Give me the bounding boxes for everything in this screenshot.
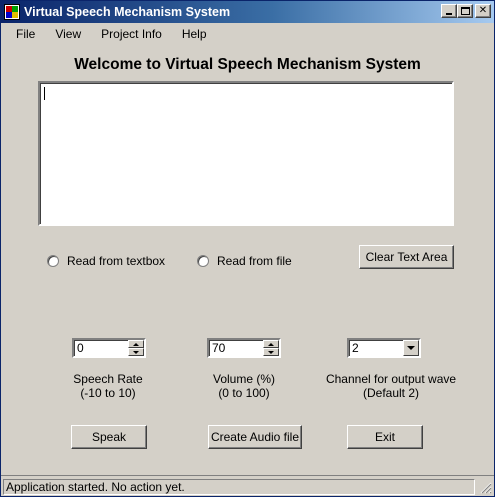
menu-file[interactable]: File: [9, 25, 42, 43]
dropdown-arrow-icon: [407, 346, 415, 350]
speech-rate-caption: Speech Rate (-10 to 10): [48, 372, 168, 400]
status-text: Application started. No action yet.: [3, 479, 475, 495]
channel-caption: Channel for output wave (Default 2): [316, 372, 466, 400]
menu-view[interactable]: View: [48, 25, 88, 43]
menu-help[interactable]: Help: [175, 25, 214, 43]
channel-select[interactable]: 2: [347, 338, 421, 358]
spin-up-icon: [133, 342, 139, 346]
app-icon[interactable]: [4, 4, 20, 20]
size-grip-icon[interactable]: [480, 482, 492, 494]
window-title: Virtual Speech Mechanism System: [24, 5, 231, 19]
text-caret: [44, 87, 45, 100]
radio-read-from-textbox[interactable]: Read from textbox: [47, 254, 165, 268]
radio-read-from-file[interactable]: Read from file: [197, 254, 292, 268]
volume-up-button[interactable]: [263, 340, 279, 348]
title-bar[interactable]: Virtual Speech Mechanism System ✕: [1, 1, 494, 23]
exit-button[interactable]: Exit: [347, 425, 423, 449]
channel-range: (Default 2): [362, 386, 420, 400]
spin-down-icon: [268, 350, 274, 354]
speech-rate-down-button[interactable]: [128, 348, 144, 356]
menu-bar: File View Project Info Help: [1, 24, 494, 44]
radio-label-textbox: Read from textbox: [67, 254, 166, 268]
volume-value: 70: [212, 341, 226, 355]
maximize-icon: [460, 7, 470, 15]
speech-rate-range: (-10 to 10): [80, 386, 136, 400]
create-audio-file-button[interactable]: Create Audio file: [208, 425, 302, 449]
status-bar: Application started. No action yet.: [1, 475, 494, 496]
radio-circle[interactable]: [47, 255, 59, 267]
speak-button[interactable]: Speak: [71, 425, 147, 449]
maximize-button[interactable]: [457, 4, 473, 18]
minimize-icon: [446, 13, 452, 15]
radio-label-file: Read from file: [217, 254, 292, 268]
speech-rate-label: Speech Rate: [73, 372, 143, 386]
channel-dropdown-button[interactable]: [403, 340, 419, 356]
close-icon: ✕: [478, 5, 488, 16]
page-title: Welcome to Virtual Speech Mechanism Syst…: [74, 56, 421, 73]
speech-text-area[interactable]: [38, 81, 454, 226]
radio-circle[interactable]: [197, 255, 209, 267]
speech-rate-value: 0: [77, 341, 84, 355]
clear-text-area-button[interactable]: Clear Text Area: [359, 245, 454, 269]
volume-range: (0 to 100): [218, 386, 270, 400]
volume-caption: Volume (%) (0 to 100): [184, 372, 304, 400]
channel-label: Channel for output wave: [325, 372, 457, 386]
speech-rate-stepper[interactable]: 0: [72, 338, 146, 358]
menu-project-info[interactable]: Project Info: [94, 25, 169, 43]
volume-stepper[interactable]: 70: [207, 338, 281, 358]
speech-rate-up-button[interactable]: [128, 340, 144, 348]
caption-buttons: ✕: [441, 4, 491, 18]
minimize-button[interactable]: [441, 4, 457, 18]
speech-rate-arrows: [128, 340, 144, 356]
close-button[interactable]: ✕: [475, 4, 491, 18]
spin-down-icon: [133, 350, 139, 354]
volume-label: Volume (%): [212, 372, 276, 386]
volume-down-button[interactable]: [263, 348, 279, 356]
spin-up-icon: [268, 342, 274, 346]
main-window: Virtual Speech Mechanism System ✕ File V…: [0, 0, 495, 497]
channel-value: 2: [352, 341, 359, 355]
volume-arrows: [263, 340, 279, 356]
